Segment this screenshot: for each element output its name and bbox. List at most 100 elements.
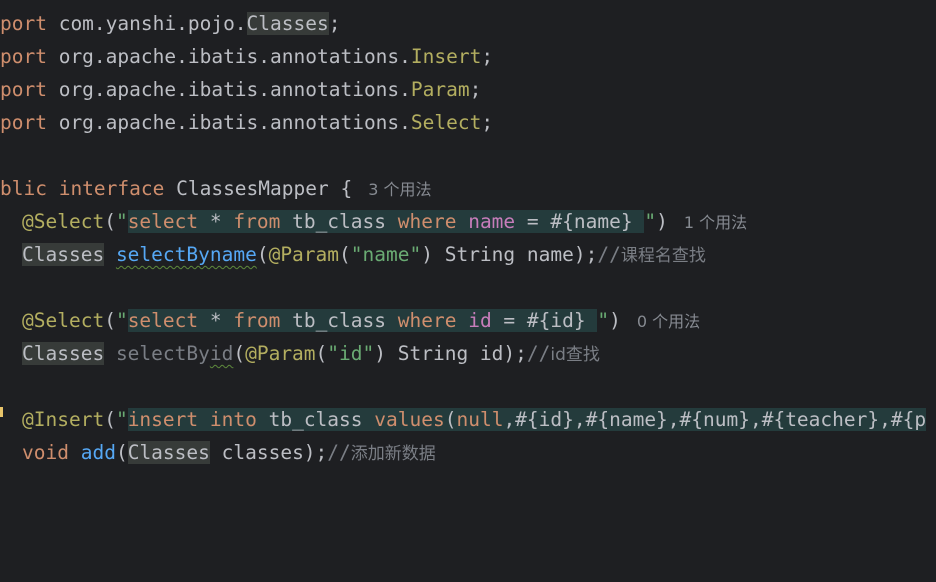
sql-fragment[interactable]: insert into tb_class values(null,#{id},#… bbox=[127, 408, 927, 431]
sql-keyword: values bbox=[374, 408, 445, 431]
sql-text: = #{id} bbox=[491, 309, 598, 332]
keyword-void: void bbox=[22, 441, 69, 464]
paren: ( bbox=[339, 243, 351, 266]
paren: ( bbox=[115, 441, 128, 464]
comment-text: 课程名查找 bbox=[620, 246, 706, 266]
code-editor[interactable]: port com.yanshi.pojo.Classes; port org.a… bbox=[0, 0, 936, 582]
paren: ) bbox=[609, 309, 621, 332]
sql-keyword: from bbox=[233, 210, 281, 233]
string-literal: "name" bbox=[350, 243, 422, 266]
keyword-import: port bbox=[0, 78, 59, 101]
sql-keyword: insert bbox=[127, 408, 199, 431]
annotation-select: @Select bbox=[22, 210, 105, 233]
annotation-reference[interactable]: Select bbox=[411, 111, 481, 134]
code-line-import-param[interactable]: port org.apache.ibatis.annotations.Param… bbox=[0, 73, 936, 106]
interface-name[interactable]: ClassesMapper { bbox=[176, 177, 352, 200]
code-line-insert-annotation[interactable]: @Insert("insert into tb_class values(nul… bbox=[0, 403, 936, 436]
sql-text: ( bbox=[444, 408, 457, 431]
annotation-reference[interactable]: Insert bbox=[411, 45, 481, 68]
params-rest: classes); bbox=[209, 441, 328, 464]
paren: ( bbox=[233, 342, 246, 365]
sql-column: id bbox=[468, 309, 492, 332]
method-name[interactable]: selectBy bbox=[116, 342, 210, 365]
comment-marker: // bbox=[327, 441, 351, 464]
sql-keyword: where bbox=[397, 309, 457, 332]
param-type[interactable]: Classes bbox=[127, 441, 210, 464]
package-path: org.apache.ibatis.annotations. bbox=[58, 78, 411, 101]
package-path: com.yanshi.pojo. bbox=[58, 12, 247, 35]
quote: " bbox=[115, 210, 128, 233]
semicolon: ; bbox=[469, 78, 482, 101]
semicolon: ; bbox=[328, 12, 341, 35]
comment-marker: // bbox=[526, 342, 551, 365]
keyword-public: blic bbox=[0, 177, 59, 200]
sql-text: * bbox=[198, 309, 234, 332]
annotation-reference[interactable]: Param bbox=[411, 78, 470, 101]
sql-keyword: null bbox=[456, 408, 504, 431]
usages-hint[interactable]: 1 个用法 bbox=[684, 213, 747, 232]
code-line-select-by-id-method[interactable]: Classes selectByid(@Param("id") String i… bbox=[0, 337, 936, 370]
annotation-select: @Select bbox=[22, 309, 105, 332]
annotation-param: @Param bbox=[268, 243, 340, 266]
annotation-insert: @Insert bbox=[22, 408, 105, 431]
usages-hint[interactable]: 0 个用法 bbox=[637, 312, 700, 331]
quote: " bbox=[115, 408, 128, 431]
method-name[interactable]: add bbox=[81, 441, 116, 464]
code-line-select-by-id-annotation[interactable]: @Select("select * from tb_class where id… bbox=[0, 304, 936, 337]
semicolon: ; bbox=[481, 111, 494, 134]
sql-text: ,#{id},#{name},#{num},#{teacher},#{p bbox=[503, 408, 927, 431]
code-line-import-select[interactable]: port org.apache.ibatis.annotations.Selec… bbox=[0, 106, 936, 139]
sql-text: * bbox=[198, 210, 234, 233]
code-line-select-by-name-method[interactable]: Classes selectByname(@Param("name") Stri… bbox=[0, 238, 936, 271]
paren: ( bbox=[256, 243, 269, 266]
code-line-interface-declaration[interactable]: blic interface ClassesMapper { 3 个用法 bbox=[0, 172, 936, 205]
keyword-interface: interface bbox=[58, 177, 177, 200]
code-line-import-classes[interactable]: port com.yanshi.pojo.Classes; bbox=[0, 7, 936, 40]
sql-keyword: where bbox=[397, 210, 457, 233]
quote: " bbox=[115, 309, 128, 332]
sql-fragment[interactable]: select * from tb_class where id = #{id} bbox=[127, 309, 598, 332]
return-type[interactable]: Classes bbox=[22, 243, 105, 266]
sql-text: tb_class bbox=[280, 309, 398, 332]
quote: " bbox=[644, 210, 657, 233]
usages-hint[interactable]: 3 个用法 bbox=[368, 180, 431, 199]
method-name[interactable]: selectByname bbox=[116, 243, 257, 266]
code-line-import-insert[interactable]: port org.apache.ibatis.annotations.Inser… bbox=[0, 40, 936, 73]
code-line-select-by-name-annotation[interactable]: @Select("select * from tb_class where na… bbox=[0, 205, 936, 238]
keyword-import: port bbox=[0, 45, 59, 68]
comment-marker: // bbox=[597, 243, 621, 266]
paren: ( bbox=[104, 309, 116, 332]
keyword-import: port bbox=[0, 111, 59, 134]
semicolon: ; bbox=[481, 45, 494, 68]
keyword-import: port bbox=[0, 12, 59, 35]
method-name-suffix[interactable]: id bbox=[210, 342, 233, 365]
paren: ( bbox=[104, 408, 116, 431]
sql-fragment[interactable]: select * from tb_class where name = #{na… bbox=[127, 210, 645, 233]
comment-text: 添加新数据 bbox=[350, 444, 436, 464]
annotation-param: @Param bbox=[245, 342, 316, 365]
sql-keyword: from bbox=[233, 309, 281, 332]
sql-text: tb_class bbox=[280, 210, 398, 233]
package-path: org.apache.ibatis.annotations. bbox=[58, 45, 411, 68]
sql-keyword: select bbox=[127, 309, 199, 332]
string-literal: "id" bbox=[327, 342, 375, 365]
class-reference[interactable]: Classes bbox=[246, 12, 329, 35]
params-rest: ) String name); bbox=[421, 243, 598, 266]
sql-keyword: into bbox=[209, 408, 257, 431]
code-line-add-method[interactable]: void add(Classes classes);//添加新数据 bbox=[0, 436, 936, 469]
sql-column: name bbox=[468, 210, 516, 233]
return-type[interactable]: Classes bbox=[22, 342, 105, 365]
sql-text: tb_class bbox=[256, 408, 375, 431]
package-path: org.apache.ibatis.annotations. bbox=[58, 111, 411, 134]
paren: ( bbox=[104, 210, 116, 233]
gutter-marker-icon[interactable] bbox=[0, 403, 4, 417]
paren: ) bbox=[656, 210, 668, 233]
sql-text: = #{name} bbox=[515, 210, 645, 233]
comment-text: id查找 bbox=[550, 345, 600, 365]
